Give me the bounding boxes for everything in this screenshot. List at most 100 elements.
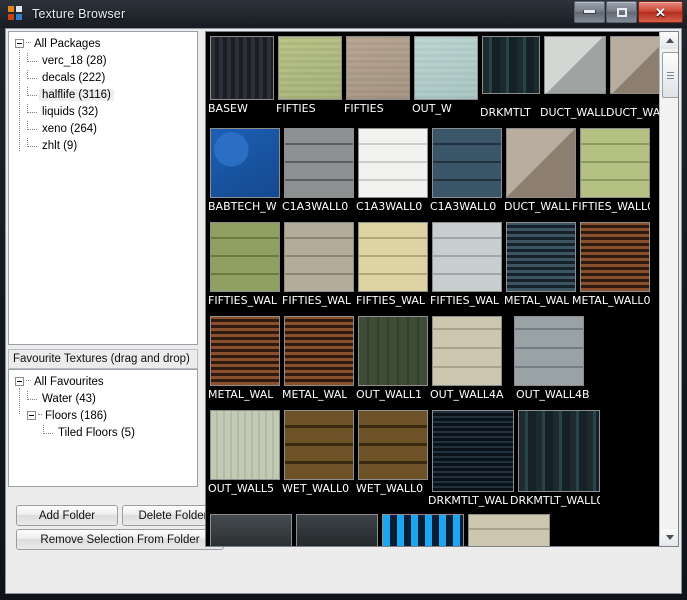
tree-branch-icon [27, 121, 37, 131]
texture-tile-label: OUT_WALL1 [356, 388, 422, 401]
close-button[interactable]: ✕ [638, 1, 683, 23]
texture-tile-label: DUCT_WALL [504, 200, 571, 213]
fav-item-1[interactable]: Floors (186) [15, 408, 197, 425]
collapse-icon[interactable] [27, 411, 36, 421]
tree-item-5[interactable]: zhlt (9) [15, 138, 197, 155]
texture-tile-label: BABTECH_W [208, 200, 277, 213]
add-folder-button[interactable]: Add Folder [16, 505, 118, 526]
texture-tile[interactable] [210, 410, 280, 480]
window-title: Texture Browser [32, 7, 126, 21]
texture-tile[interactable] [284, 222, 354, 292]
texture-tile-label: FIFTIES_WAL [430, 294, 500, 307]
minimize-button[interactable] [574, 1, 605, 23]
texture-tile-label: C1A3WALL0 [282, 200, 349, 213]
texture-tile[interactable] [296, 514, 378, 546]
texture-tile[interactable] [414, 36, 478, 100]
texture-tile[interactable] [358, 410, 428, 480]
tree-item-4[interactable]: xeno (264) [15, 121, 197, 138]
favourites-header: Favourite Textures (drag and drop) [8, 349, 198, 369]
tree-item-0[interactable]: verc_18 (28) [15, 53, 197, 70]
texture-tile[interactable] [210, 222, 280, 292]
client-area: All Packages verc_18 (28) decals (222) half… [5, 28, 682, 594]
scroll-thumb[interactable] [662, 52, 678, 98]
packages-tree[interactable]: All Packages verc_18 (28) decals (222) half… [8, 31, 198, 345]
texture-row: OUT_WALL5 WET_WALL0 WET_WALL0 DRKMTLT_WAL DR… [206, 410, 659, 510]
fav-node-root[interactable]: All Favourites [15, 374, 197, 391]
texture-tile[interactable] [544, 36, 606, 94]
fav-item-0[interactable]: Water (43) [15, 391, 197, 408]
texture-tile[interactable] [210, 36, 274, 100]
texture-tile[interactable] [506, 128, 576, 198]
maximize-button[interactable] [606, 1, 637, 23]
tree-item-label: liquids (32) [42, 106, 99, 118]
texture-grid[interactable]: BASEW FIFTIES FIFTIES OUT_W DRKMTLT DUCT_WALL… [206, 32, 659, 546]
favourites-tree[interactable]: All Favourites Water (43) Floors (186) Tile… [8, 369, 198, 487]
texture-tile[interactable] [358, 128, 428, 198]
texture-row: BASEW FIFTIES FIFTIES OUT_W DRKMTLT DUCT_WALL… [206, 36, 659, 120]
tree-node-label: All Packages [34, 38, 101, 50]
title-bar: Texture Browser ✕ [0, 0, 687, 28]
tree-branch-icon [27, 104, 37, 114]
texture-tile[interactable] [278, 36, 342, 100]
texture-tile-label: OUT_WALL4B [516, 388, 590, 401]
texture-grid-scrollbar[interactable] [659, 32, 678, 546]
tree-item-2[interactable]: halflife (3116) [15, 87, 197, 104]
texture-browser-window: Texture Browser ✕ All Packages verc_18 (2… [0, 0, 687, 600]
texture-tile[interactable] [432, 316, 502, 386]
texture-tile-label: C1A3WALL0 [356, 200, 423, 213]
tree-item-label: xeno (264) [42, 123, 97, 135]
tree-item-3[interactable]: liquids (32) [15, 104, 197, 121]
texture-tile[interactable] [358, 316, 428, 386]
texture-tile-label: BASEW [208, 102, 248, 115]
texture-tile[interactable] [284, 410, 354, 480]
texture-tile[interactable] [482, 36, 540, 94]
texture-tile-label: FIFTIES_WAL [208, 294, 278, 307]
fav-item-2[interactable]: Tiled Floors (5) [15, 425, 197, 442]
tree-item-label: halflife (3116) [39, 89, 114, 101]
window-controls: ✕ [573, 1, 683, 23]
texture-tile[interactable] [610, 36, 659, 94]
texture-tile[interactable] [432, 410, 514, 492]
close-icon: ✕ [655, 4, 666, 20]
remove-selection-from-folder-button[interactable]: Remove Selection From Folder [16, 529, 224, 550]
texture-tile-label: METAL_WAL [504, 294, 570, 307]
fav-item-label: Tiled Floors (5) [58, 427, 135, 439]
texture-tile-label: WET_WALL0 [282, 482, 350, 495]
tree-item-1[interactable]: decals (222) [15, 70, 197, 87]
texture-tile[interactable] [284, 316, 354, 386]
texture-tile[interactable] [468, 514, 550, 546]
collapse-icon[interactable] [15, 377, 24, 387]
texture-tile[interactable] [358, 222, 428, 292]
tree-item-label: verc_18 (28) [42, 55, 107, 67]
collapse-icon[interactable] [15, 39, 24, 49]
texture-tile[interactable] [580, 128, 650, 198]
scroll-down-button[interactable] [661, 529, 678, 546]
texture-row: METAL_WAL METAL_WAL OUT_WALL1 OUT_WALL4A OUT… [206, 316, 659, 408]
texture-tile-label: C1A3WALL0 [430, 200, 497, 213]
tree-branch-icon [27, 391, 37, 401]
texture-row [206, 514, 659, 546]
tree-item-label: zhlt (9) [42, 140, 78, 152]
texture-tile-label: DUCT_WALL [606, 106, 659, 119]
texture-tile[interactable] [518, 410, 600, 492]
scroll-up-button[interactable] [661, 32, 678, 49]
tree-branch-icon [43, 425, 53, 435]
texture-tile[interactable] [210, 316, 280, 386]
tree-node-root[interactable]: All Packages [15, 36, 197, 53]
texture-tile[interactable] [514, 316, 584, 386]
texture-tile[interactable] [580, 222, 650, 292]
texture-tile-label: DRKMTLT_WALL07 [510, 494, 600, 507]
texture-tile[interactable] [506, 222, 576, 292]
texture-tile[interactable] [346, 36, 410, 100]
texture-tile[interactable] [432, 128, 502, 198]
texture-tile[interactable] [210, 514, 292, 546]
arrow-up-icon [665, 38, 674, 43]
texture-tile[interactable] [432, 222, 502, 292]
tree-branch-icon [27, 138, 37, 148]
tree-branch-icon [27, 87, 37, 97]
texture-tile[interactable] [284, 128, 354, 198]
texture-tile[interactable] [210, 128, 280, 198]
texture-grid-panel[interactable]: BASEW FIFTIES FIFTIES OUT_W DRKMTLT DUCT_WALL… [205, 31, 679, 547]
texture-tile[interactable] [382, 514, 464, 546]
texture-tile-label: FIFTIES [276, 102, 316, 115]
